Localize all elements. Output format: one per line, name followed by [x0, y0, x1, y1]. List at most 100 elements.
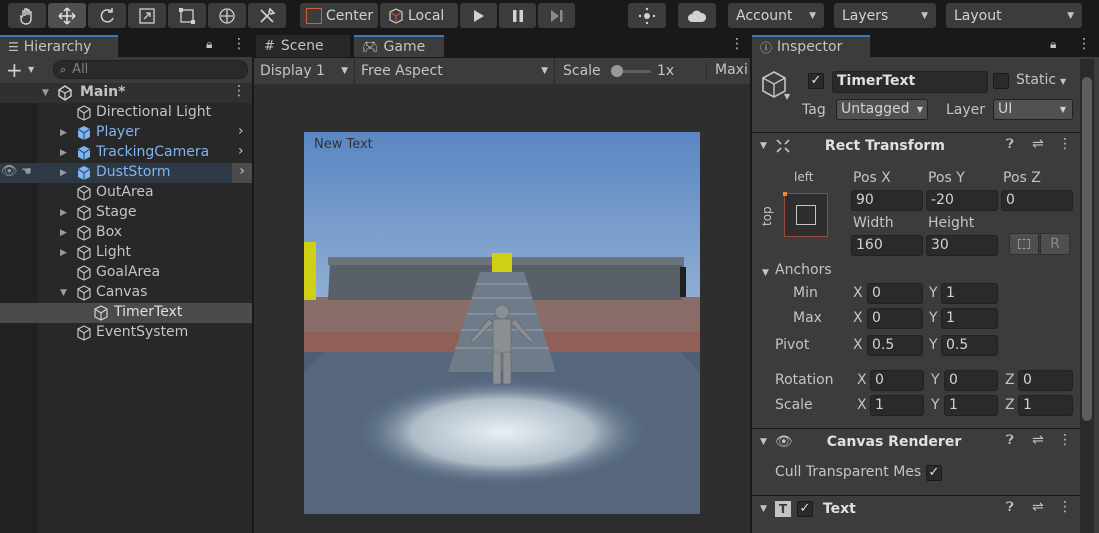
caret-down-icon[interactable]: ▼ — [1060, 77, 1066, 86]
anchor-max-y-field[interactable]: 1 — [941, 308, 998, 329]
layers-dropdown[interactable]: Layers ▼ — [834, 3, 936, 28]
object-name-field[interactable]: TimerText — [832, 71, 988, 93]
chevron-right-icon[interactable]: › — [238, 143, 244, 159]
cull-transparent-checkbox[interactable]: ✓ — [926, 465, 942, 481]
hierarchy-item-hovered[interactable]: 👁︎ ☚ ▶ DustStorm › — [0, 163, 252, 183]
fold-arrow-icon[interactable]: ▼ — [762, 268, 769, 278]
pause-button[interactable] — [499, 3, 536, 28]
move-tool-button[interactable] — [48, 3, 86, 28]
expand-arrow-icon[interactable]: ▼ — [60, 288, 67, 298]
hierarchy-item[interactable]: OutArea — [0, 183, 252, 203]
hierarchy-item[interactable]: Directional Light — [0, 103, 252, 123]
pivot-y-field[interactable]: 0.5 — [941, 335, 998, 356]
game-render[interactable] — [304, 132, 700, 514]
hierarchy-item[interactable]: EventSystem — [0, 323, 252, 343]
hierarchy-item[interactable]: ▶ Player › — [0, 123, 252, 143]
visibility-eye-icon[interactable]: 👁︎ — [1, 164, 18, 179]
scale-slider-thumb[interactable] — [611, 65, 623, 77]
preset-icon[interactable]: ⇌ — [1032, 136, 1044, 152]
rotation-y-field[interactable]: 0 — [944, 370, 998, 391]
tab-hierarchy[interactable]: ☰ Hierarchy — [0, 35, 118, 57]
text-component-header[interactable]: ▼ T ✓ Text ❓︎ ⇌ ⋮ — [752, 495, 1080, 521]
hand-tool-button[interactable] — [8, 3, 46, 28]
preset-icon[interactable]: ⇌ — [1032, 499, 1044, 515]
help-icon[interactable]: ❓︎ — [1006, 137, 1014, 152]
expand-arrow-icon[interactable]: ▶ — [60, 248, 67, 258]
active-checkbox[interactable]: ✓ — [808, 73, 824, 89]
expand-arrow-icon[interactable]: ▶ — [60, 208, 67, 218]
rotation-z-field[interactable]: 0 — [1018, 370, 1073, 391]
hierarchy-item[interactable]: ▶ Stage — [0, 203, 252, 223]
rotation-x-field[interactable]: 0 — [870, 370, 924, 391]
layout-dropdown[interactable]: Layout ▼ — [946, 3, 1082, 28]
rect-tool-button[interactable] — [168, 3, 206, 28]
lock-icon[interactable]: 🔒︎ — [1050, 37, 1056, 52]
raw-edit-button[interactable]: R — [1040, 233, 1070, 255]
expand-arrow-icon[interactable]: ▶ — [60, 128, 67, 138]
collab-button[interactable] — [628, 3, 666, 28]
expand-arrow-icon[interactable]: ▶ — [60, 168, 67, 178]
help-icon[interactable]: ❓︎ — [1006, 433, 1014, 448]
help-icon[interactable]: ❓︎ — [1006, 500, 1014, 515]
scrollbar-thumb[interactable] — [1082, 77, 1092, 421]
inspector-scrollbar[interactable] — [1080, 59, 1094, 533]
kebab-menu-icon[interactable]: ⋮ — [730, 36, 744, 52]
anchor-min-y-field[interactable]: 1 — [941, 283, 998, 304]
display-dropdown[interactable]: Display 1 ▼ — [254, 58, 354, 84]
anchor-min-x-field[interactable]: 0 — [867, 283, 923, 304]
play-button[interactable] — [460, 3, 497, 28]
expand-arrow-icon[interactable]: ▶ — [60, 148, 67, 158]
kebab-menu-icon[interactable]: ⋮ — [1077, 36, 1091, 52]
fold-arrow-icon[interactable]: ▼ — [760, 141, 767, 151]
anchor-max-x-field[interactable]: 0 — [867, 308, 923, 329]
preset-icon[interactable]: ⇌ — [1032, 432, 1044, 448]
rect-transform-header[interactable]: ▼ Rect Transform ❓︎ ⇌ ⋮ — [752, 132, 1080, 158]
maximize-on-play-button[interactable]: Maxi — [706, 62, 750, 78]
transform-tool-button[interactable] — [208, 3, 246, 28]
pickable-hand-icon[interactable]: ☚ — [21, 164, 32, 178]
tab-game[interactable]: 🎮︎ Game — [354, 35, 444, 57]
add-button[interactable]: + — [6, 58, 23, 82]
anchor-presets-button[interactable] — [783, 192, 828, 237]
tag-dropdown[interactable]: Untagged ▼ — [836, 99, 928, 120]
pivot-local-button[interactable]: Local — [380, 3, 458, 28]
chevron-right-icon[interactable]: › — [232, 163, 252, 183]
pivot-x-field[interactable]: 0.5 — [867, 335, 923, 356]
hierarchy-item-selected[interactable]: TimerText — [0, 303, 252, 323]
scale-tool-button[interactable] — [128, 3, 166, 28]
fold-arrow-icon[interactable]: ▼ — [760, 437, 767, 447]
expand-arrow-icon[interactable]: ▼ — [42, 88, 49, 98]
lock-icon[interactable]: 🔒︎ — [206, 37, 212, 52]
hierarchy-item[interactable]: GoalArea — [0, 263, 252, 283]
static-checkbox[interactable] — [993, 73, 1009, 89]
canvas-renderer-header[interactable]: ▼ 👁︎ Canvas Renderer ❓︎ ⇌ ⋮ — [752, 428, 1080, 454]
kebab-menu-icon[interactable]: ⋮ — [1058, 499, 1072, 515]
step-button[interactable] — [538, 3, 575, 28]
account-dropdown[interactable]: Account ▼ — [728, 3, 824, 28]
kebab-menu-icon[interactable]: ⋮ — [232, 83, 246, 99]
hierarchy-item[interactable]: ▶ TrackingCamera › — [0, 143, 252, 163]
scale-y-field[interactable]: 1 — [944, 395, 998, 416]
hierarchy-item[interactable]: ▼ Canvas — [0, 283, 252, 303]
posz-field[interactable]: 0 — [1001, 190, 1073, 211]
posy-field[interactable]: -20 — [926, 190, 998, 211]
tab-inspector[interactable]: ⓘ Inspector — [752, 35, 870, 57]
width-field[interactable]: 160 — [851, 235, 923, 256]
hierarchy-item[interactable]: ▶ Box — [0, 223, 252, 243]
pivot-center-button[interactable]: Center — [300, 3, 378, 28]
custom-tool-button[interactable] — [248, 3, 286, 28]
kebab-menu-icon[interactable]: ⋮ — [1058, 432, 1072, 448]
hierarchy-item[interactable]: ▶ Light — [0, 243, 252, 263]
aspect-dropdown[interactable]: Free Aspect ▼ — [354, 58, 554, 84]
fold-arrow-icon[interactable]: ▼ — [760, 504, 767, 514]
expand-arrow-icon[interactable]: ▶ — [60, 228, 67, 238]
scene-row-main[interactable]: ▼ Main* ⋮ — [0, 83, 252, 103]
rotate-tool-button[interactable] — [88, 3, 126, 28]
scale-z-field[interactable]: 1 — [1018, 395, 1073, 416]
text-enabled-checkbox[interactable]: ✓ — [796, 500, 813, 517]
caret-down-icon[interactable]: ▼ — [28, 65, 34, 74]
caret-down-icon[interactable]: ▼ — [784, 92, 790, 101]
blueprint-mode-button[interactable] — [1009, 233, 1039, 255]
scale-x-field[interactable]: 1 — [870, 395, 924, 416]
height-field[interactable]: 30 — [926, 235, 998, 256]
